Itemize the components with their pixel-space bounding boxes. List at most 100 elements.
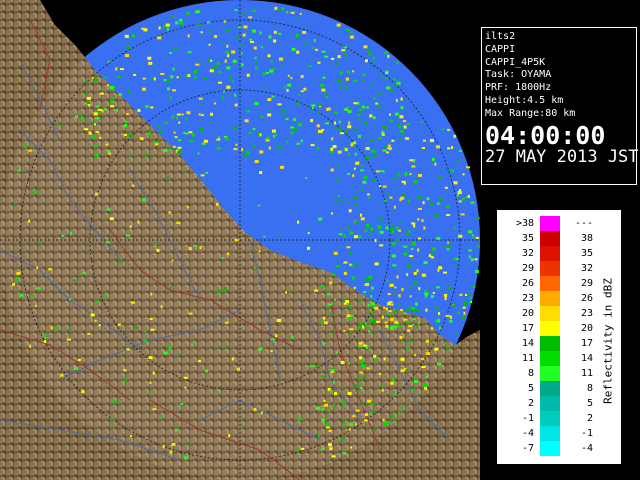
echo-pixel bbox=[164, 122, 169, 125]
echo-pixel bbox=[425, 375, 428, 378]
legend-color-swatch bbox=[540, 381, 560, 396]
echo-pixel bbox=[81, 390, 85, 394]
echo-pixel bbox=[372, 61, 375, 65]
echo-pixel bbox=[347, 201, 351, 204]
echo-pixel bbox=[359, 356, 363, 360]
echo-pixel bbox=[426, 339, 430, 343]
echo-pixel bbox=[347, 172, 351, 175]
echo-pixel bbox=[296, 50, 300, 54]
echo-pixel bbox=[365, 413, 369, 417]
legend-color-swatch bbox=[540, 366, 560, 381]
echo-pixel bbox=[338, 233, 343, 236]
echo-pixel bbox=[200, 174, 205, 177]
echo-pixel bbox=[361, 401, 364, 405]
echo-pixel bbox=[61, 234, 65, 237]
echo-pixel bbox=[321, 418, 326, 422]
echo-pixel bbox=[57, 123, 62, 126]
echo-pixel bbox=[395, 238, 399, 241]
echo-pixel bbox=[187, 443, 191, 446]
echo-pixel bbox=[240, 63, 244, 67]
echo-pixel bbox=[430, 327, 433, 330]
echo-pixel bbox=[39, 242, 42, 246]
echo-pixel bbox=[321, 407, 324, 411]
echo-pixel bbox=[271, 68, 276, 71]
prf-label: PRF: 1800Hz bbox=[485, 82, 552, 94]
observation-date: 27 MAY 2013 JST bbox=[485, 146, 639, 167]
echo-pixel bbox=[348, 318, 352, 321]
echo-pixel bbox=[446, 248, 450, 251]
echo-pixel bbox=[250, 40, 255, 43]
echo-pixel bbox=[336, 23, 341, 27]
echo-pixel bbox=[320, 83, 325, 87]
echo-pixel bbox=[332, 145, 337, 149]
echo-pixel bbox=[368, 50, 372, 54]
echo-pixel bbox=[396, 81, 401, 85]
echo-pixel bbox=[423, 384, 428, 388]
echo-pixel bbox=[375, 170, 380, 173]
legend-upper-bound: --- bbox=[574, 218, 593, 229]
echo-pixel bbox=[393, 310, 398, 314]
echo-pixel bbox=[268, 35, 272, 39]
echo-pixel bbox=[348, 305, 352, 309]
echo-pixel bbox=[286, 88, 289, 92]
echo-pixel bbox=[325, 95, 329, 98]
echo-pixel bbox=[391, 242, 396, 246]
echo-pixel bbox=[418, 237, 422, 240]
echo-pixel bbox=[166, 27, 169, 31]
echo-pixel bbox=[407, 199, 410, 203]
echo-pixel bbox=[341, 436, 345, 439]
echo-pixel bbox=[148, 61, 153, 65]
legend-row: -7 -4 bbox=[498, 441, 620, 456]
echo-pixel bbox=[409, 159, 414, 162]
echo-pixel bbox=[367, 279, 370, 283]
echo-pixel bbox=[403, 245, 408, 248]
echo-pixel bbox=[461, 316, 466, 320]
echo-pixel bbox=[372, 116, 376, 120]
echo-pixel bbox=[124, 54, 129, 58]
echo-pixel bbox=[367, 196, 370, 199]
echo-pixel bbox=[331, 137, 334, 140]
echo-pixel bbox=[352, 174, 355, 178]
echo-pixel bbox=[373, 96, 376, 100]
echo-pixel bbox=[425, 352, 430, 356]
echo-pixel bbox=[359, 387, 363, 390]
echo-pixel bbox=[94, 117, 99, 120]
echo-pixel bbox=[271, 95, 275, 98]
echo-pixel bbox=[444, 293, 448, 297]
legend-color-swatch bbox=[540, 321, 560, 336]
echo-pixel bbox=[141, 27, 146, 30]
echo-pixel bbox=[316, 147, 320, 150]
echo-pixel bbox=[171, 115, 175, 119]
echo-pixel bbox=[70, 231, 73, 235]
echo-pixel bbox=[29, 344, 32, 348]
echo-pixel bbox=[254, 102, 259, 106]
echo-pixel bbox=[95, 105, 100, 108]
echo-pixel bbox=[102, 295, 107, 298]
echo-pixel bbox=[436, 286, 441, 289]
echo-pixel bbox=[80, 114, 83, 118]
echo-pixel bbox=[270, 338, 275, 341]
echo-pixel bbox=[382, 149, 387, 152]
legend-lower-bound: 32 bbox=[521, 248, 534, 259]
echo-pixel bbox=[397, 172, 400, 176]
legend-upper-bound: 35 bbox=[580, 248, 593, 259]
echo-pixel bbox=[168, 346, 173, 350]
echo-pixel bbox=[353, 286, 356, 289]
echo-pixel bbox=[352, 70, 355, 73]
echo-pixel bbox=[93, 144, 98, 147]
echo-pixel bbox=[421, 365, 426, 368]
echo-pixel bbox=[438, 198, 443, 202]
echo-pixel bbox=[321, 88, 326, 92]
echo-pixel bbox=[30, 294, 34, 297]
echo-pixel bbox=[107, 84, 110, 87]
echo-pixel bbox=[130, 153, 134, 156]
echo-pixel bbox=[403, 125, 407, 129]
echo-pixel bbox=[277, 318, 282, 322]
echo-pixel bbox=[142, 77, 146, 80]
echo-pixel bbox=[178, 121, 181, 124]
echo-pixel bbox=[298, 93, 301, 96]
reflectivity-legend: >38 --- 35 38 32 35 29 32 26 29 23 26 20 23 17 20 14 17 11… bbox=[497, 210, 621, 464]
echo-pixel bbox=[210, 121, 213, 124]
echo-pixel bbox=[411, 309, 416, 313]
echo-pixel bbox=[226, 66, 231, 70]
